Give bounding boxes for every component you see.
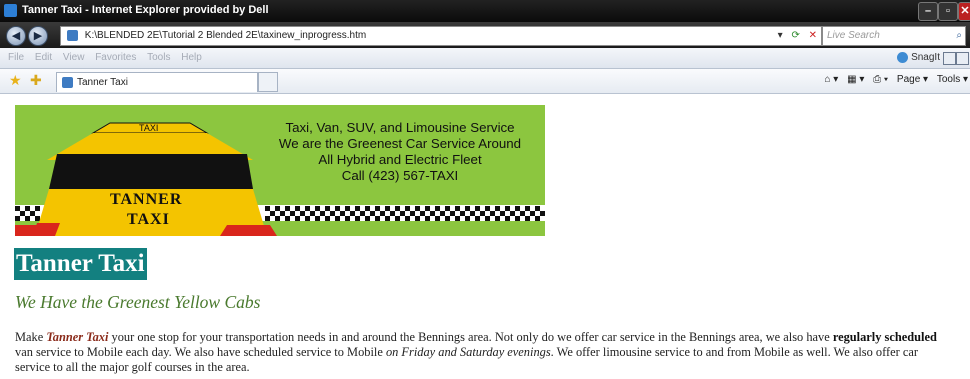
stop-icon[interactable]: ✕ bbox=[809, 30, 817, 41]
text-run: Make bbox=[15, 330, 47, 344]
page-icon bbox=[67, 29, 78, 41]
banner-line: Taxi, Van, SUV, and Limousine Service bbox=[285, 120, 515, 135]
door-text-line2: TAXI bbox=[127, 211, 170, 228]
italic-phrase: on Friday and Saturday evenings bbox=[385, 345, 551, 359]
text-run: your one stop for your transportation ne… bbox=[108, 330, 833, 344]
menu-view[interactable]: View bbox=[63, 48, 85, 68]
banner-line: We are the Greenest Car Service Around bbox=[278, 136, 522, 151]
maximize-button[interactable]: ▫ bbox=[938, 2, 958, 21]
feeds-icon[interactable]: ▦ ▾ bbox=[847, 74, 864, 85]
back-button[interactable]: ◀ bbox=[6, 26, 26, 46]
intro-paragraph: Make Tanner Taxi your one stop for your … bbox=[15, 330, 965, 375]
page-title: Tanner Taxi bbox=[14, 248, 147, 280]
tools-menu[interactable]: Tools ▾ bbox=[937, 74, 968, 85]
command-bar: ⌂ ▾ ▦ ▾ ⎙ ▾ Page ▾ Tools ▾ bbox=[818, 74, 968, 85]
new-tab-button[interactable] bbox=[258, 72, 278, 92]
address-field[interactable]: K:\BLENDED 2E\Tutorial 2 Blended 2E\taxi… bbox=[60, 26, 822, 46]
favorites-bar: ★ ✚ Tanner Taxi ⌂ ▾ ▦ ▾ ⎙ ▾ Page ▾ Tools… bbox=[0, 69, 970, 94]
print-icon[interactable]: ⎙ ▾ bbox=[873, 74, 888, 85]
menu-edit[interactable]: Edit bbox=[35, 48, 52, 68]
page-subtitle: We Have the Greenest Yellow Cabs bbox=[15, 292, 261, 312]
address-toolbar: ◀ ▶ K:\BLENDED 2E\Tutorial 2 Blended 2E\… bbox=[0, 22, 970, 48]
search-input[interactable]: Live Search ⌕ bbox=[822, 26, 966, 46]
tab-title: Tanner Taxi bbox=[77, 77, 128, 88]
banner-line: All Hybrid and Electric Fleet bbox=[318, 152, 482, 167]
snagit-label: SnagIt bbox=[911, 52, 940, 63]
home-icon[interactable]: ⌂ ▾ bbox=[824, 74, 838, 85]
bold-phrase: regularly scheduled bbox=[832, 330, 937, 344]
text-run: van service to Mobile each day. We also … bbox=[15, 345, 386, 359]
paragraph-line-1: Make Tanner Taxi your one stop for your … bbox=[15, 330, 965, 345]
menu-favorites[interactable]: Favorites bbox=[95, 48, 136, 68]
menu-help[interactable]: Help bbox=[181, 48, 202, 68]
menu-bar: File Edit View Favorites Tools Help Snag… bbox=[0, 48, 970, 69]
minimize-button[interactable]: – bbox=[918, 2, 938, 21]
address-controls: ▾ ⟳ ✕ bbox=[778, 27, 817, 45]
snagit-options-icon[interactable] bbox=[956, 52, 969, 65]
ie-logo-icon bbox=[4, 4, 17, 17]
window-title: Tanner Taxi - Internet Explorer provided… bbox=[22, 4, 269, 16]
address-url: K:\BLENDED 2E\Tutorial 2 Blended 2E\taxi… bbox=[84, 30, 367, 41]
favorites-star-icon[interactable]: ★ bbox=[9, 73, 22, 87]
door-text-line1: TANNER bbox=[110, 191, 183, 208]
brand-name: Tanner Taxi bbox=[46, 330, 109, 344]
menu-tools[interactable]: Tools bbox=[147, 48, 170, 68]
snagit-icon bbox=[897, 51, 909, 63]
snagit-window-icon[interactable] bbox=[943, 52, 956, 65]
banner-text: Taxi, Van, SUV, and Limousine Service We… bbox=[255, 120, 545, 184]
window-titlebar: Tanner Taxi - Internet Explorer provided… bbox=[0, 0, 970, 22]
menu-file[interactable]: File bbox=[8, 48, 24, 68]
banner-line: Call (423) 567-TAXI bbox=[341, 168, 459, 183]
page-content: TAXI TANNER TAXI Taxi, Van, SUV, and Lim… bbox=[0, 94, 970, 379]
refresh-icon[interactable]: ⟳ bbox=[791, 30, 799, 41]
text-run: . We offer limousine service to and from… bbox=[550, 345, 918, 359]
close-button[interactable]: ✕ bbox=[958, 2, 970, 21]
page-menu[interactable]: Page ▾ bbox=[897, 74, 928, 85]
roof-sign-text: TAXI bbox=[139, 123, 159, 133]
taxi-banner: TAXI TANNER TAXI Taxi, Van, SUV, and Lim… bbox=[15, 105, 545, 236]
dropdown-icon[interactable]: ▾ bbox=[778, 30, 783, 41]
paragraph-line-2: van service to Mobile each day. We also … bbox=[15, 345, 965, 360]
tab-tanner-taxi[interactable]: Tanner Taxi bbox=[56, 72, 258, 92]
snagit-button[interactable]: SnagIt bbox=[897, 48, 940, 68]
search-icon[interactable]: ⌕ bbox=[956, 27, 962, 45]
tab-page-icon bbox=[62, 76, 73, 88]
add-favorites-icon[interactable]: ✚ bbox=[30, 73, 42, 87]
search-placeholder: Live Search bbox=[827, 30, 880, 41]
paragraph-line-3: service to all the major golf courses in… bbox=[15, 360, 250, 374]
forward-button[interactable]: ▶ bbox=[28, 26, 48, 46]
